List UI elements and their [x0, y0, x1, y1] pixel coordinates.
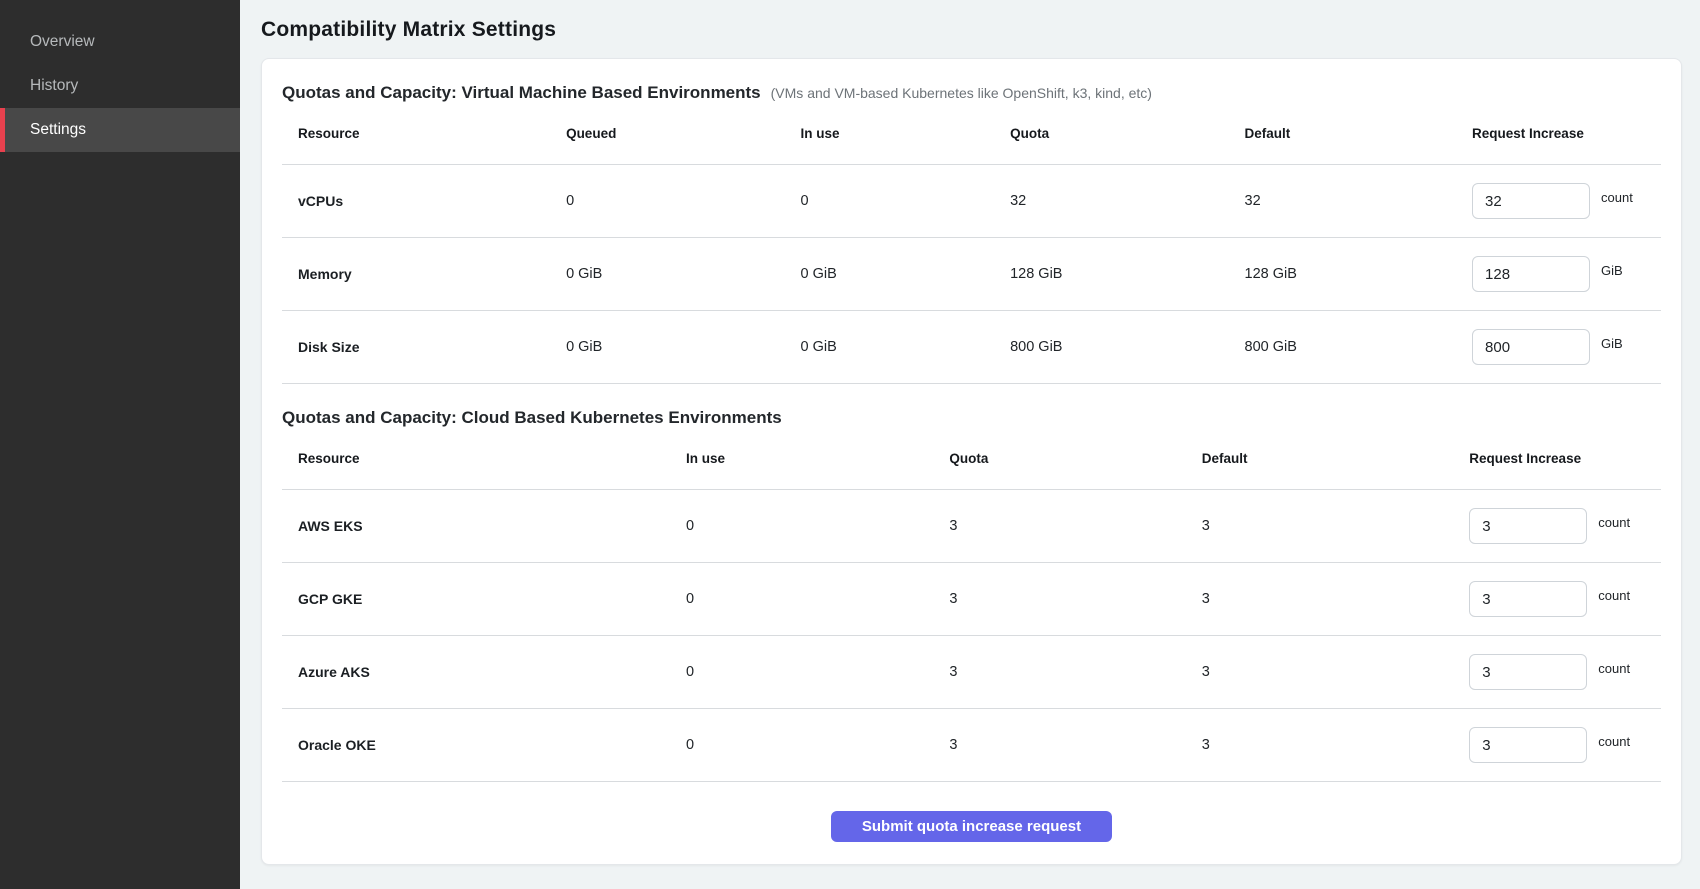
sidebar-item-label: History [30, 77, 78, 95]
resource-name: Disk Size [282, 339, 566, 355]
resource-name: Memory [282, 266, 566, 282]
default-value: 128 GiB [1245, 266, 1473, 282]
in-use-value: 0 [686, 518, 949, 534]
in-use-value: 0 GiB [800, 266, 1010, 282]
settings-card: Quotas and Capacity: Virtual Machine Bas… [261, 58, 1682, 865]
aws-eks-request-input[interactable] [1469, 508, 1587, 544]
unit-label: count [1598, 515, 1630, 530]
column-header-resource: Resource [282, 451, 686, 466]
in-use-value: 0 [686, 737, 949, 753]
main-content: Compatibility Matrix Settings Quotas and… [240, 0, 1700, 889]
sidebar-item-overview[interactable]: Overview [0, 20, 240, 64]
quota-value: 32 [1010, 193, 1244, 209]
default-value: 3 [1202, 737, 1470, 753]
queued-value: 0 GiB [566, 339, 800, 355]
in-use-value: 0 GiB [800, 339, 1010, 355]
default-value: 3 [1202, 591, 1470, 607]
active-indicator [0, 108, 5, 152]
unit-label: GiB [1601, 263, 1623, 278]
unit-label: count [1598, 588, 1630, 603]
quota-value: 3 [949, 664, 1201, 680]
page-title: Compatibility Matrix Settings [261, 18, 1682, 42]
sidebar-item-settings[interactable]: Settings [0, 108, 240, 152]
quota-value: 3 [949, 737, 1201, 753]
section-subtitle: (VMs and VM-based Kubernetes like OpenSh… [771, 85, 1152, 101]
sidebar-nav: Overview History Settings [0, 20, 240, 152]
table-row: Oracle OKE 0 3 3 count [282, 709, 1661, 782]
default-value: 800 GiB [1245, 339, 1473, 355]
disk-size-request-input[interactable] [1472, 329, 1590, 365]
column-header-quota: Quota [1010, 126, 1244, 141]
column-header-queued: Queued [566, 126, 800, 141]
unit-label: count [1598, 734, 1630, 749]
column-header-default: Default [1202, 451, 1470, 466]
default-value: 3 [1202, 664, 1470, 680]
oracle-oke-request-input[interactable] [1469, 727, 1587, 763]
table-row: Memory 0 GiB 0 GiB 128 GiB 128 GiB GiB [282, 238, 1661, 311]
gcp-gke-request-input[interactable] [1469, 581, 1587, 617]
quota-value: 3 [949, 591, 1201, 607]
submit-quota-increase-button[interactable]: Submit quota increase request [831, 811, 1112, 842]
section-heading: Quotas and Capacity: Cloud Based Kuberne… [282, 408, 782, 428]
quota-value: 800 GiB [1010, 339, 1244, 355]
sidebar: Overview History Settings [0, 0, 240, 889]
sidebar-item-label: Overview [30, 33, 95, 51]
table-row: vCPUs 0 0 32 32 count [282, 165, 1661, 238]
queued-value: 0 [566, 193, 800, 209]
table-row: Azure AKS 0 3 3 count [282, 636, 1661, 709]
column-header-in-use: In use [800, 126, 1010, 141]
memory-request-input[interactable] [1472, 256, 1590, 292]
resource-name: AWS EKS [282, 518, 686, 534]
default-value: 32 [1245, 193, 1473, 209]
in-use-value: 0 [686, 591, 949, 607]
table-header-row: Resource Queued In use Quota Default Req… [282, 103, 1661, 165]
column-header-request-increase: Request Increase [1472, 126, 1661, 141]
sidebar-item-history[interactable]: History [0, 64, 240, 108]
table-row: Disk Size 0 GiB 0 GiB 800 GiB 800 GiB Gi… [282, 311, 1661, 384]
quota-value: 128 GiB [1010, 266, 1244, 282]
section-heading: Quotas and Capacity: Virtual Machine Bas… [282, 83, 761, 103]
quota-value: 3 [949, 518, 1201, 534]
resource-name: GCP GKE [282, 591, 686, 607]
table-row: GCP GKE 0 3 3 count [282, 563, 1661, 636]
resource-name: Azure AKS [282, 664, 686, 680]
table-row: AWS EKS 0 3 3 count [282, 490, 1661, 563]
column-header-default: Default [1245, 126, 1473, 141]
column-header-request-increase: Request Increase [1469, 451, 1661, 466]
vcpus-request-input[interactable] [1472, 183, 1590, 219]
column-header-quota: Quota [949, 451, 1201, 466]
in-use-value: 0 [800, 193, 1010, 209]
resource-name: vCPUs [282, 193, 566, 209]
vm-quotas-section: Quotas and Capacity: Virtual Machine Bas… [282, 83, 1661, 384]
azure-aks-request-input[interactable] [1469, 654, 1587, 690]
column-header-resource: Resource [282, 126, 566, 141]
column-header-in-use: In use [686, 451, 949, 466]
sidebar-item-label: Settings [30, 121, 86, 139]
unit-label: count [1601, 190, 1633, 205]
table-header-row: Resource In use Quota Default Request In… [282, 428, 1661, 490]
queued-value: 0 GiB [566, 266, 800, 282]
unit-label: GiB [1601, 336, 1623, 351]
resource-name: Oracle OKE [282, 737, 686, 753]
unit-label: count [1598, 661, 1630, 676]
cloud-quotas-section: Quotas and Capacity: Cloud Based Kuberne… [282, 408, 1661, 782]
default-value: 3 [1202, 518, 1470, 534]
in-use-value: 0 [686, 664, 949, 680]
